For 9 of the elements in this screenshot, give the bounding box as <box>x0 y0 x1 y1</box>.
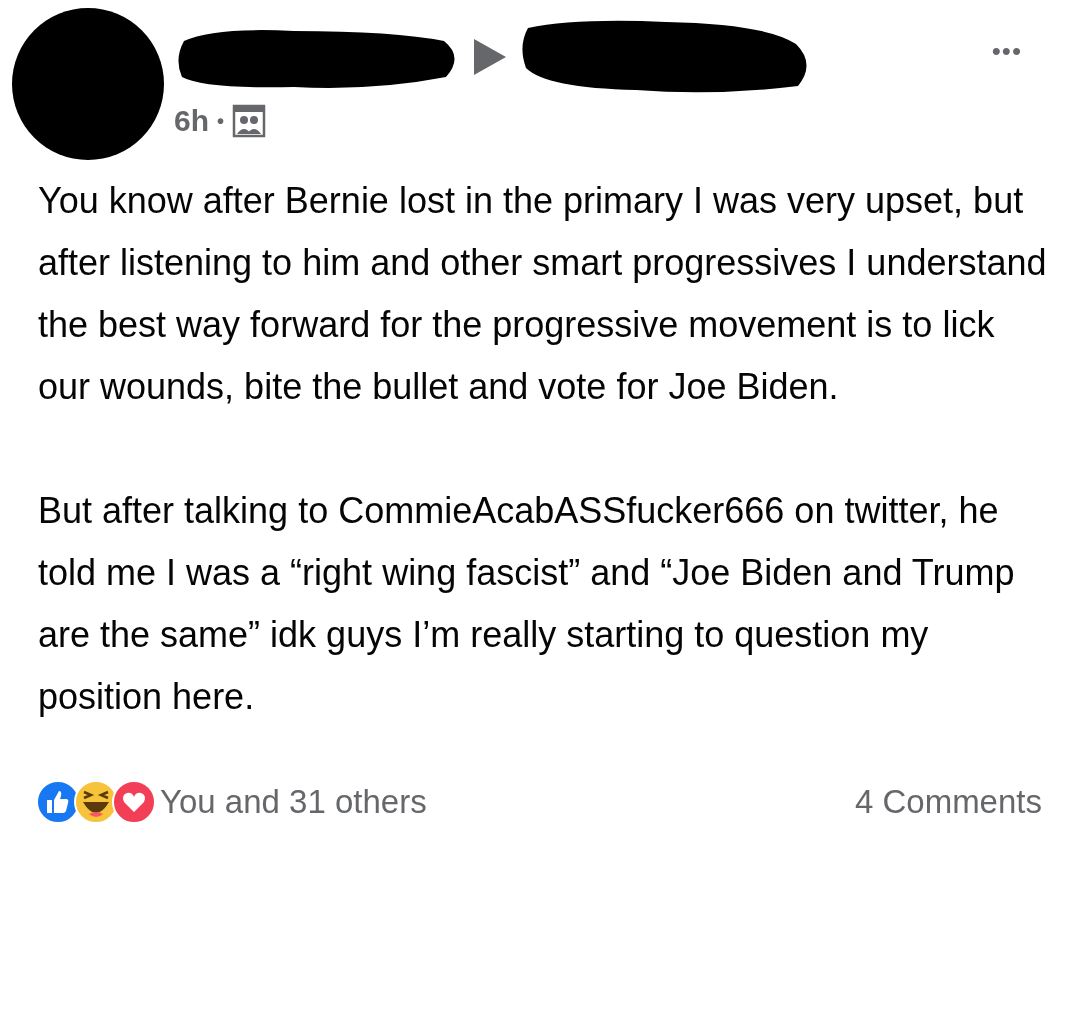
triangle-icon <box>472 37 508 77</box>
comments-count[interactable]: 4 Comments <box>854 783 1042 821</box>
post-time[interactable]: 6h <box>174 104 209 138</box>
reaction-summary[interactable]: You and 31 others <box>160 783 427 821</box>
group-icon <box>232 104 267 138</box>
separator: • <box>217 109 225 133</box>
post-text: You know after Bernie lost in the primary I was very upset, but after listening to him and other smart progressives I understand the best way forward for the progressive movement is to lick our wounds, bite the bullet and vote for Joe Biden. <box>38 179 1048 409</box>
post-text: But after talking to CommieAcabASSfucker666 on twitter, he told me I was a “right wing fascist” and “Joe Biden and Trump are the same” idk guys I’m really starting to question my position here. <box>38 489 1016 719</box>
more-options-button[interactable]: ••• <box>991 36 1022 67</box>
